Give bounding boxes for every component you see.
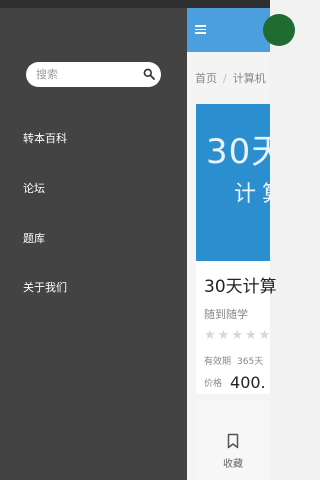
menu-icon[interactable] — [195, 25, 206, 34]
star-icon: ★ — [204, 328, 218, 343]
course-card[interactable]: 30天 计算 30天计算 随到随学 ★★★★★ 有效期365天 价格400. — [196, 104, 277, 394]
breadcrumb: 首页 / 计算机 — [187, 52, 270, 100]
star-icon: ★ — [217, 328, 232, 343]
drawer-item-zhuanben-wiki[interactable]: 转本百科 — [23, 130, 67, 146]
breadcrumb-category[interactable]: 计算机 — [233, 72, 266, 85]
course-author: 随到随学 — [204, 308, 248, 321]
search-icon[interactable] — [143, 68, 155, 80]
star-icon: ★ — [231, 328, 245, 343]
drawer-item-question-bank[interactable]: 题库 — [23, 230, 45, 246]
price-label: 价格 — [204, 379, 223, 389]
price-row: 价格 400. — [204, 372, 266, 392]
course-title: 30天计算 — [204, 277, 277, 297]
star-icon: ★ — [244, 328, 259, 343]
validity-row: 有效期 365天 — [204, 354, 263, 367]
validity-label: 有效期 — [204, 357, 232, 367]
drawer-item-forum[interactable]: 论坛 — [23, 180, 45, 196]
banner-text-line2: 计算 — [234, 182, 270, 207]
validity-value: 365天 — [237, 357, 264, 367]
rating-stars: ★★★★★ — [204, 328, 272, 343]
favorite-label: 收藏 — [223, 459, 243, 470]
breadcrumb-separator: / — [223, 72, 227, 85]
avatar[interactable] — [263, 14, 295, 46]
search-box[interactable] — [26, 62, 161, 87]
banner-text-line1: 30天 — [206, 132, 270, 172]
price-value: 400. — [230, 373, 266, 392]
course-banner: 30天 计算 — [196, 104, 270, 261]
bookmark-icon — [227, 433, 239, 449]
app-bar — [187, 8, 295, 52]
drawer-item-about-us[interactable]: 关于我们 — [23, 279, 67, 295]
breadcrumb-home[interactable]: 首页 — [195, 72, 217, 85]
star-icon: ★ — [258, 328, 273, 343]
navigation-drawer: 转本百科 论坛 题库 关于我们 — [0, 0, 187, 480]
status-bar — [0, 0, 270, 8]
favorite-button[interactable]: 收藏 — [196, 400, 270, 480]
search-input[interactable] — [36, 62, 136, 87]
